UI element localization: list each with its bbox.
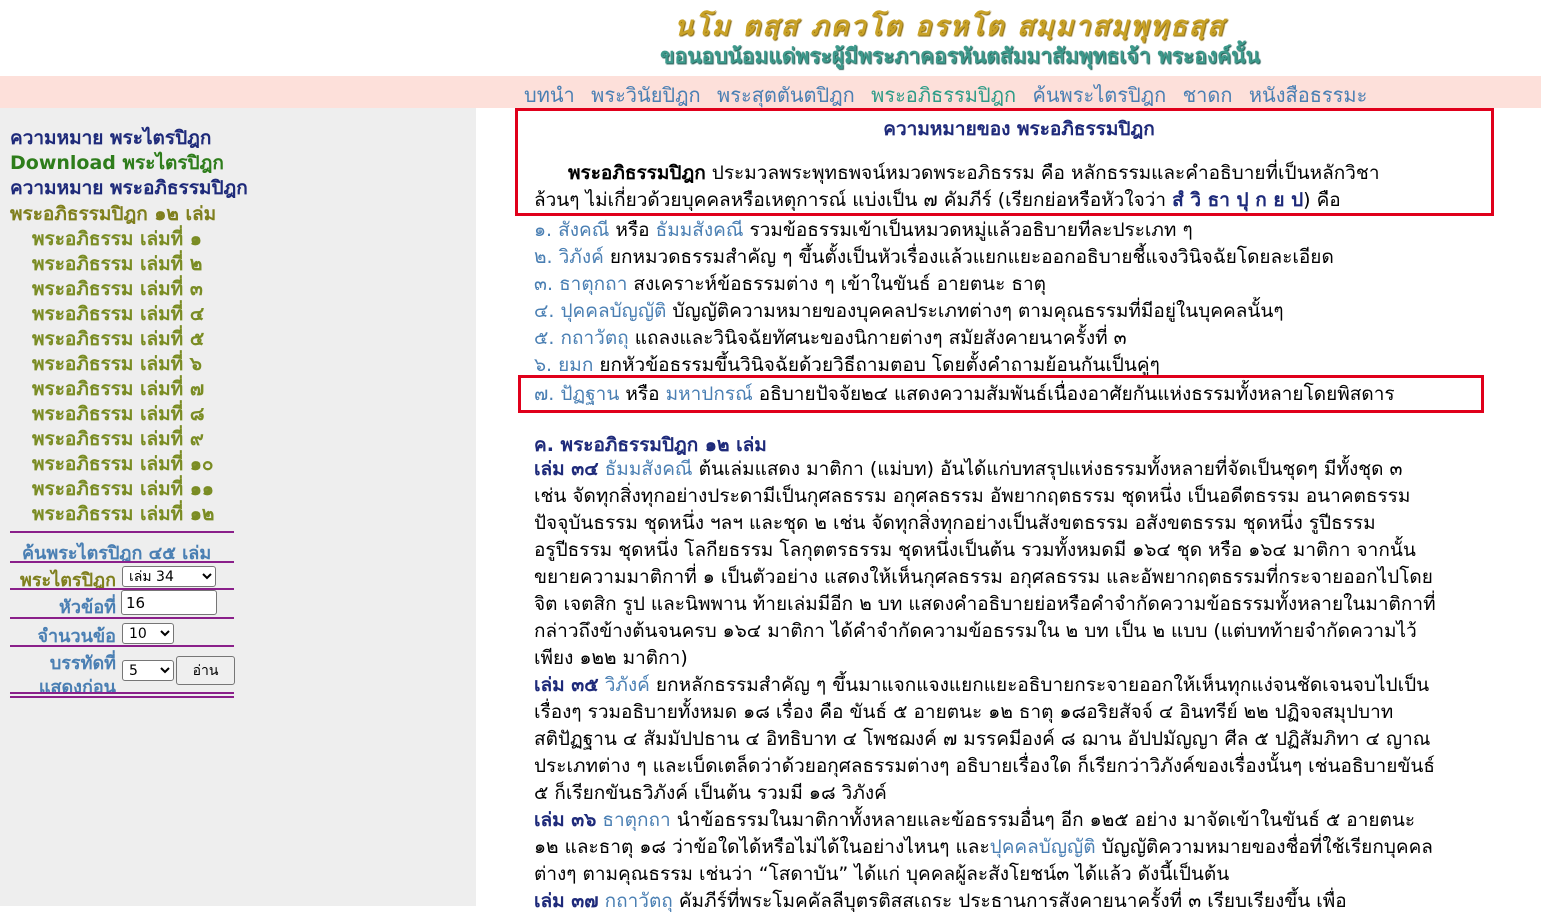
book-link-mahapakarana[interactable]: มหาปกรณ์ <box>666 383 753 405</box>
puggalapannatti-link[interactable]: ปุคคลบัญญัติ <box>990 836 1096 858</box>
book-description: บัญญัติความหมายของบุคคลประเภทต่างๆ ตามคุ… <box>666 300 1284 322</box>
book-description: สงเคราะห์ข้อธรรมต่าง ๆ เข้าในขันธ์ อายตน… <box>627 273 1046 295</box>
nav-introduction[interactable]: บทนำ <box>524 83 575 107</box>
volume-34-link[interactable]: ธัมมสังคณี <box>605 458 693 480</box>
paragraph-line: จิต เจตสิก รูป และนิพพาน ท้ายเล่มมีอีก ๒… <box>534 593 1436 615</box>
volume-36-link[interactable]: ธาตุกถา <box>602 809 670 831</box>
volume-label: เล่ม ๓๕ <box>534 674 599 696</box>
volume-label: เล่ม ๓๔ <box>534 458 599 480</box>
book-number: ๖. <box>534 354 553 376</box>
volume-select[interactable]: เล่ม 34 <box>122 566 216 587</box>
divider <box>10 696 234 698</box>
volume-37-paragraph: เล่ม ๓๗ กถาวัตถุ คัมภีร์ที่พระโมคคัลลีบุ… <box>534 888 1524 915</box>
volume-label: เล่ม ๓๗ <box>534 890 599 912</box>
book-link-vibhanga[interactable]: วิภังค์ <box>559 246 604 268</box>
read-button[interactable]: อ่าน <box>176 656 235 685</box>
book-description: อธิบายปัจจัย๒๔ แสดงความสัมพันธ์เนื่องอาศ… <box>752 383 1395 405</box>
sidebar-volume-12[interactable]: พระอภิธรรม เล่มที่ ๑๒ <box>32 499 214 529</box>
book-number: ๑. <box>534 219 553 241</box>
paragraph-line: กล่าวถึงข้างต้นจนครบ ๑๖๔ มาติกา ได้คำจำก… <box>534 620 1417 642</box>
book-link-dhammasangani[interactable]: ธัมมสังคณี <box>656 219 744 241</box>
lines-before-select[interactable]: 5 <box>122 660 174 681</box>
book-alt-separator: หรือ <box>619 383 666 405</box>
book-number: ๔. <box>534 300 555 322</box>
paragraph-line: อรูปีธรรม ชุดหนึ่ง โลกียธรรม โลกุตตรธรรม… <box>534 539 1416 561</box>
list-item: ๕. กถาวัตถุ แถลงและวินิจฉัยทัศนะของนิกาย… <box>534 323 1127 353</box>
paragraph-line: เรื่องๆ รวมอธิบายทั้งหมด ๑๘ เรื่อง คือ ข… <box>534 701 1394 723</box>
paragraph-line: เพียง ๑๒๒ มาติกา) <box>534 647 688 669</box>
volume-34-paragraph: เล่ม ๓๔ ธัมมสังคณี ต้นเล่มแสดง มาติกา (แ… <box>534 456 1524 672</box>
nav-abhidhamma-pitaka[interactable]: พระอภิธรรมปิฎก <box>871 83 1016 107</box>
divider <box>10 645 234 647</box>
paragraph-line: คัมภีร์ที่พระโมคคัลลีบุตรติสสเถระ ประธาน… <box>672 890 1347 912</box>
book-number: ๗. <box>534 383 555 405</box>
book-description: ยกหัวข้อธรรมขึ้นวินิจฉัยด้วยวิธีถามตอบ โ… <box>593 354 1160 376</box>
paragraph-line: ประเภทต่าง ๆ และเบ็ดเตล็ดว่าด้วยอกุศลธรร… <box>534 755 1435 777</box>
divider <box>10 617 234 619</box>
page-title: ความหมายของ พระอภิธรรมปิฎก <box>883 118 1155 140</box>
intro-term: พระอภิธรรมปิฎก <box>568 162 706 184</box>
intro-mnemonic: สํ วิ ธา ปุ ก ย ป <box>1172 189 1304 211</box>
book-number: ๕. <box>534 327 555 349</box>
book-description: ยกหมวดธรรมสำคัญ ๆ ขึ้นตั้งเป็นหัวเรื่องแ… <box>603 246 1334 268</box>
nav-dhamma-books[interactable]: หนังสือธรรมะ <box>1249 83 1367 107</box>
nav-search-tipitaka[interactable]: ค้นพระไตรปิฎก <box>1032 83 1166 107</box>
intro-paragraph-line-2: ล้วนๆ ไม่เกี่ยวด้วยบุคคลหรือเหตุการณ์ แบ… <box>534 187 1524 214</box>
volume-36-paragraph: เล่ม ๓๖ ธาตุกถา นำข้อธรรมในมาติกาทั้งหลา… <box>534 807 1524 888</box>
book-link-patthana[interactable]: ปัฏฐาน <box>560 383 619 405</box>
book-number: ๒. <box>534 246 553 268</box>
volume-35-link[interactable]: วิภังค์ <box>605 674 650 696</box>
nav-vinaya-pitaka[interactable]: พระวินัยปิฎก <box>591 83 701 107</box>
book-description: รวมข้อธรรมเข้าเป็นหมวดหมู่แล้วอธิบายทีละ… <box>743 219 1193 241</box>
volume-label: เล่ม ๓๖ <box>534 809 597 831</box>
divider <box>10 692 234 694</box>
paragraph-line: ต้นเล่มแสดง มาติกา (แม่บท) อันได้แก่บทสร… <box>692 458 1403 480</box>
list-item: ๓. ธาตุกถา สงเคราะห์ข้อธรรมต่าง ๆ เข้าใน… <box>534 269 1046 299</box>
top-navigation: บทนำ พระวินัยปิฎก พระสุตตันตปิฎก พระอภิธ… <box>0 76 1541 108</box>
intro-line-2: ล้วนๆ ไม่เกี่ยวด้วยบุคคลหรือเหตุการณ์ แบ… <box>534 189 1173 211</box>
topic-number-input[interactable] <box>121 590 217 615</box>
book-link-sangani[interactable]: สังคณี <box>558 219 609 241</box>
thai-motto: ขอนอบน้อมแด่พระผู้มีพระภาคอรหันตสัมมาสัม… <box>660 44 1260 68</box>
book-link-kathavatthu[interactable]: กถาวัตถุ <box>560 327 628 349</box>
intro-line-1: ประมวลพระพุทธพจน์หมวดพระอภิธรรม คือ หลัก… <box>705 162 1380 184</box>
volume-35-paragraph: เล่ม ๓๕ วิภังค์ ยกหลักธรรมสำคัญ ๆ ขึ้นมา… <box>534 672 1524 807</box>
paragraph-line: ปัจจุบันธรรม ชุดหนึ่ง ฯลฯ และชุด ๒ เช่น … <box>534 512 1376 534</box>
intro-paragraph: พระอภิธรรมปิฎก ประมวลพระพุทธพจน์หมวดพระอ… <box>534 160 1524 187</box>
nav-suttanta-pitaka[interactable]: พระสุตตันตปิฎก <box>717 83 855 107</box>
item-count-select[interactable]: 10 <box>122 623 174 644</box>
book-description: แถลงและวินิจฉัยทัศนะของนิกายต่างๆ สมัยสั… <box>628 327 1127 349</box>
paragraph-line: บัญญัติความหมายของชื่อที่ใช้เรียกบุคคล <box>1095 836 1433 858</box>
list-item: ๗. ปัฏฐาน หรือ มหาปกรณ์ อธิบายปัจจัย๒๔ แ… <box>534 379 1395 409</box>
book-number: ๓. <box>534 273 554 295</box>
divider <box>10 531 234 533</box>
paragraph-line: เช่น จัดทุกสิ่งทุกอย่างประดามีเป็นกุศลธร… <box>534 485 1411 507</box>
intro-line-2-end: ) คือ <box>1303 189 1341 211</box>
paragraph-line: ต่างๆ ตามคุณธรรม เช่นว่า “โสดาบัน” ได้แก… <box>534 863 1230 885</box>
book-link-dhatukatha[interactable]: ธาตุกถา <box>559 273 627 295</box>
paragraph-line: สติปัฏฐาน ๔ สัมมัปปธาน ๔ อิทธิบาท ๔ โพชฌ… <box>534 728 1431 750</box>
volume-37-link[interactable]: กถาวัตถุ <box>605 890 673 912</box>
site-header: นโม ตสฺส ภควโต อรหโต สมฺมาสมฺพุทฺธสฺส ขอ… <box>0 0 1541 76</box>
book-link-puggalapannatti[interactable]: ปุคคลบัญญัติ <box>560 300 666 322</box>
paragraph-line: ๕ ก็เรียกขันธวิภังค์ เป็นต้น รวมมี ๑๘ วิ… <box>534 782 887 804</box>
book-alt-separator: หรือ <box>609 219 656 241</box>
list-item: ๔. ปุคคลบัญญัติ บัญญัติความหมายของบุคคลป… <box>534 296 1284 326</box>
paragraph-line: ยกหลักธรรมสำคัญ ๆ ขึ้นมาแจกแจงแยกแยะอธิบ… <box>649 674 1430 696</box>
nav-jataka[interactable]: ชาดก <box>1183 83 1233 107</box>
paragraph-line: ๑๒ และธาตุ ๑๘ ว่าข้อใดได้หรือไม่ได้ในอย่… <box>534 836 990 858</box>
paragraph-line: ขยายความมาติกาที่ ๑ เป็นตัวอย่าง แสดงให้… <box>534 566 1433 588</box>
list-item: ๑. สังคณี หรือ ธัมมสังคณี รวมข้อธรรมเข้า… <box>534 215 1193 245</box>
book-link-yamaka[interactable]: ยมก <box>558 354 593 376</box>
divider <box>10 561 234 563</box>
list-item: ๒. วิภังค์ ยกหมวดธรรมสำคัญ ๆ ขึ้นตั้งเป็… <box>534 242 1334 272</box>
paragraph-line: นำข้อธรรมในมาติกาทั้งหลายและข้อธรรมอื่นๆ… <box>670 809 1416 831</box>
